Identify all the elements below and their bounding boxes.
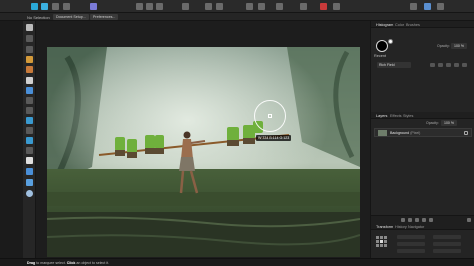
tab-styles[interactable]: Styles: [403, 114, 413, 118]
top-toolbar: [0, 0, 474, 13]
add-adjustment-icon[interactable]: [401, 218, 405, 222]
canvas-area[interactable]: W:334 B:114 G:123: [36, 21, 370, 258]
red-eye-tool-icon[interactable]: [26, 137, 33, 144]
tab-layers[interactable]: Layers: [376, 114, 387, 118]
user-icon[interactable]: [424, 3, 431, 10]
status-bar: Drag to marquee select. Click an object …: [0, 258, 474, 266]
crosshair-icon: [268, 114, 272, 118]
tab-transform[interactable]: Transform: [376, 225, 393, 229]
layer-opacity-label: Opacity:: [426, 121, 439, 125]
auto-colors-icon[interactable]: [156, 3, 163, 10]
help-icon[interactable]: [437, 3, 444, 10]
palette-dropdown[interactable]: Rich Field: [377, 62, 411, 68]
right-studio-panel: Histogram Color Brushes Opacity: 100 % R…: [370, 21, 474, 258]
healing-tool-icon[interactable]: [26, 127, 33, 134]
context-toolbar: No Selection Document Setup... Preferenc…: [0, 13, 474, 21]
palette-chip[interactable]: [438, 63, 443, 67]
develop-persona-icon[interactable]: [52, 3, 59, 10]
selection-icon[interactable]: [216, 3, 223, 10]
auto-levels-icon[interactable]: [136, 3, 143, 10]
assistant-icon[interactable]: [333, 3, 340, 10]
preferences-button[interactable]: Preferences...: [90, 14, 119, 20]
tab-effects[interactable]: Effects: [390, 114, 402, 118]
add-layer-icon[interactable]: [429, 218, 433, 222]
record-icon[interactable]: [320, 3, 327, 10]
palette-chip[interactable]: [430, 63, 435, 67]
transform-shear-field[interactable]: [433, 249, 461, 253]
primary-color-swatch[interactable]: [376, 40, 388, 52]
layer-row-background[interactable]: Background (Pixel): [374, 128, 472, 137]
quick-mask-icon[interactable]: [205, 3, 212, 10]
tab-color[interactable]: Color: [395, 23, 404, 27]
transform-w-field[interactable]: [433, 235, 461, 239]
secondary-color-swatch[interactable]: [388, 39, 393, 44]
mask-icon[interactable]: [300, 3, 307, 10]
selection-brush-icon[interactable]: [26, 56, 33, 63]
text-tool-icon[interactable]: [26, 157, 33, 164]
add-mask-icon[interactable]: [415, 218, 419, 222]
tab-navigator[interactable]: Navigator: [408, 225, 424, 229]
eraser-tool-icon[interactable]: [26, 77, 33, 84]
paint-brush-icon[interactable]: [26, 66, 33, 73]
tone-mapping-persona-icon[interactable]: [63, 3, 70, 10]
dodge-tool-icon[interactable]: [26, 97, 33, 104]
pen-tool-icon[interactable]: [26, 147, 33, 154]
left-gutter: [0, 21, 23, 258]
palette-chip[interactable]: [446, 63, 451, 67]
selection-status: No Selection: [27, 14, 50, 20]
shape-tool-icon[interactable]: [26, 168, 33, 175]
layers-panel-tabs: Layers Effects Styles: [371, 112, 474, 119]
transform-x-field[interactable]: [397, 235, 425, 239]
add-group-icon[interactable]: [422, 218, 426, 222]
transform-y-field[interactable]: [397, 242, 425, 246]
tab-history[interactable]: History: [395, 225, 407, 229]
view-mode-icon[interactable]: [276, 3, 283, 10]
document-photo[interactable]: [47, 47, 360, 257]
layer-thumbnail: [378, 130, 387, 136]
transform-h-field[interactable]: [433, 242, 461, 246]
transform-rotation-field[interactable]: [397, 249, 425, 253]
palette-chip[interactable]: [454, 63, 459, 67]
layer-visibility-checkbox[interactable]: [464, 131, 468, 135]
smudge-tool-icon[interactable]: [26, 117, 33, 124]
transform-anchor-grid[interactable]: [376, 236, 388, 248]
recent-label: Recent: [374, 54, 387, 58]
add-effect-icon[interactable]: [408, 218, 412, 222]
layers-footer: [371, 215, 474, 223]
arrange-icon[interactable]: [246, 3, 253, 10]
transform-panel-tabs: Transform History Navigator: [371, 223, 474, 230]
palette-row: Rich Field: [374, 62, 472, 68]
opacity-field[interactable]: 100 %: [451, 43, 467, 49]
gradient-tool-icon[interactable]: [26, 179, 33, 186]
align-icon[interactable]: [258, 3, 265, 10]
clone-tool-icon[interactable]: [26, 107, 33, 114]
liquify-persona-icon[interactable]: [41, 3, 48, 10]
brush-readout-tooltip: W:334 B:114 G:123: [256, 135, 292, 141]
auto-contrast-icon[interactable]: [146, 3, 153, 10]
layer-name: Background (Pixel): [390, 131, 421, 135]
color-swatch-icon[interactable]: [26, 190, 33, 197]
color-panel: Opacity: 100 % Recent Rich Field: [371, 28, 474, 102]
view-tool-icon[interactable]: [26, 35, 33, 42]
export-persona-icon[interactable]: [90, 3, 97, 10]
delete-layer-icon[interactable]: [467, 218, 471, 222]
document-setup-button[interactable]: Document Setup...: [53, 14, 89, 20]
studio-icon[interactable]: [410, 3, 417, 10]
photo-persona-icon[interactable]: [31, 3, 38, 10]
snapping-icon[interactable]: [182, 3, 189, 10]
color-panel-tabs: Histogram Color Brushes: [371, 21, 474, 28]
move-tool-icon[interactable]: [26, 24, 33, 31]
tab-brushes[interactable]: Brushes: [406, 23, 420, 27]
fill-tool-icon[interactable]: [26, 87, 33, 94]
palette-chip[interactable]: [462, 63, 467, 67]
tab-histogram[interactable]: Histogram: [376, 23, 393, 27]
crop-tool-icon[interactable]: [26, 46, 33, 53]
status-hint: Drag to marquee select. Click an object …: [27, 261, 110, 265]
opacity-label: Opacity:: [437, 44, 450, 48]
tools-panel: [23, 21, 36, 258]
layer-opacity-field[interactable]: 100 %: [441, 120, 457, 126]
